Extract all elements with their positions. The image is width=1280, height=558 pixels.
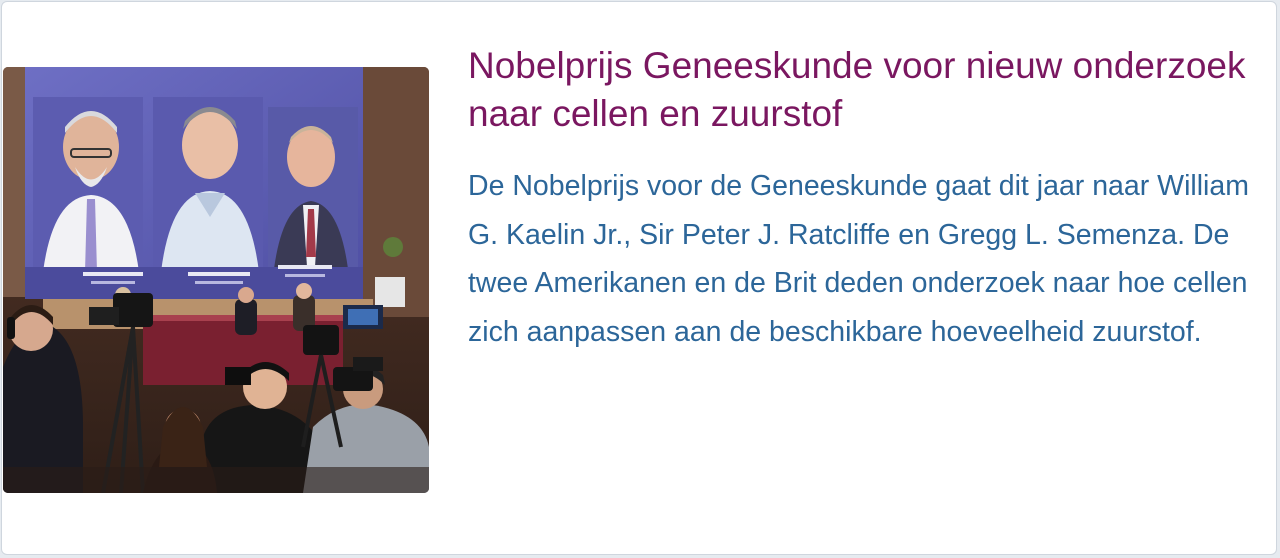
portrait-kaelin <box>268 107 358 277</box>
article-photo[interactable] <box>3 67 429 493</box>
portrait-semenza <box>33 97 143 272</box>
portrait-ratcliffe <box>153 97 263 272</box>
nobel-announcement-photo <box>3 67 429 493</box>
article-summary: De Nobelprijs voor de Geneeskunde gaat d… <box>468 170 1249 348</box>
news-card[interactable]: Nobelprijs Geneeskunde voor nieuw onderz… <box>1 1 1277 555</box>
article-title[interactable]: Nobelprijs Geneeskunde voor nieuw onderz… <box>468 42 1248 138</box>
